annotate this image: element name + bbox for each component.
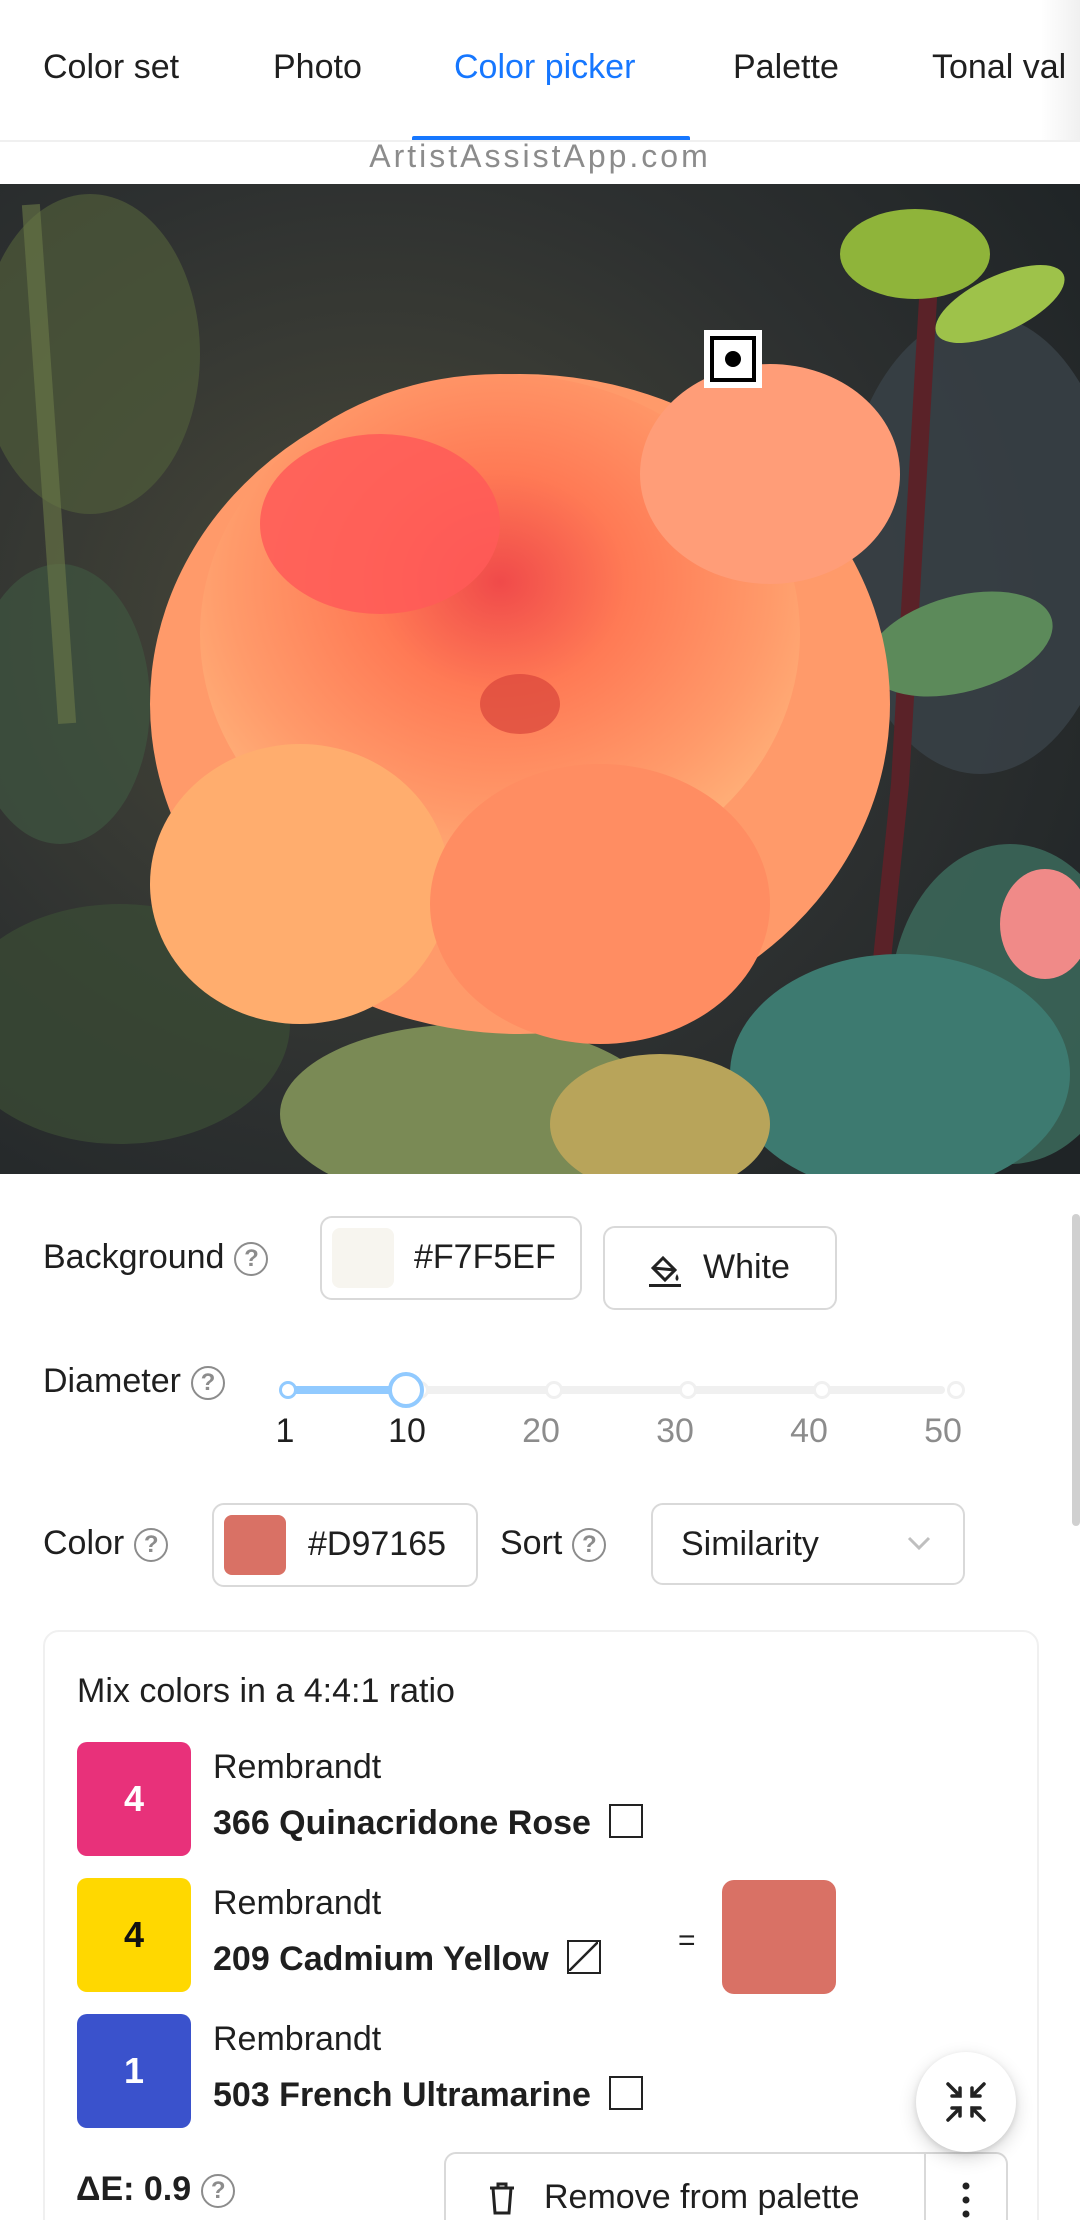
tab-scroll-shadow (1040, 0, 1080, 140)
background-hex: #F7F5EF (414, 1238, 556, 1276)
background-color-picker[interactable]: #F7F5EF (320, 1216, 582, 1300)
color-swatch (224, 1515, 286, 1575)
color-hex: #D97165 (308, 1525, 447, 1563)
remove-from-palette-button[interactable]: Remove from palette (444, 2152, 926, 2220)
help-icon[interactable]: ? (572, 1528, 607, 1563)
parts-badge: 4 (77, 1878, 191, 1992)
more-vertical-icon (962, 2182, 970, 2218)
slider-dot (279, 1381, 297, 1399)
white-button-label: White (703, 1248, 790, 1286)
sort-select[interactable]: Similarity (651, 1503, 965, 1585)
mix-title: Mix colors in a 4:4:1 ratio (77, 1672, 455, 1710)
mix-card: Mix colors in a 4:4:1 ratio 4 Rembrandt … (43, 1630, 1039, 2220)
slider-handle[interactable] (388, 1372, 424, 1408)
sort-value: Similarity (681, 1525, 819, 1563)
scrollbar[interactable] (1072, 1214, 1080, 1526)
trash-icon (490, 2182, 514, 2215)
background-swatch (332, 1228, 394, 1288)
help-icon[interactable]: ? (201, 2174, 236, 2209)
tab-bar: Color set Photo Color picker Palette Ton… (0, 0, 1080, 142)
exit-fullscreen-button[interactable] (916, 2052, 1016, 2152)
dahlia-photo (0, 184, 1080, 1174)
slider-mark[interactable]: 30 (635, 1412, 715, 1451)
color-picker[interactable]: #D97165 (212, 1503, 478, 1587)
delta-e: ΔE: 0.9? (76, 2170, 236, 2209)
checkbox-empty-icon[interactable] (608, 1804, 643, 1838)
slider-mark[interactable]: 40 (769, 1412, 849, 1451)
site-watermark: ArtistAssistApp.com (369, 138, 711, 174)
more-options-button[interactable] (924, 2152, 1008, 2220)
slider-mark[interactable]: 1 (245, 1412, 325, 1451)
photo-canvas[interactable] (0, 184, 1080, 1174)
slider-dot (679, 1381, 697, 1399)
paint-bucket-icon (649, 1255, 681, 1287)
tab-color-picker[interactable]: Color picker (454, 48, 635, 87)
chevron-down-icon (907, 1536, 931, 1551)
paint-name: 503 French Ultramarine (213, 2076, 643, 2115)
help-icon[interactable]: ? (190, 1366, 225, 1401)
slider-dot (813, 1381, 831, 1399)
color-label: Color? (43, 1524, 169, 1563)
slider-dot (947, 1381, 965, 1399)
equals-sign: = (678, 1924, 696, 1957)
help-icon[interactable]: ? (134, 1528, 169, 1563)
help-icon[interactable]: ? (234, 1242, 269, 1277)
slider-mark[interactable]: 10 (367, 1412, 447, 1451)
parts-badge: 1 (77, 2014, 191, 2128)
white-background-button[interactable]: White (603, 1226, 837, 1310)
mix-result-swatch (722, 1880, 836, 1994)
paint-name: 366 Quinacridone Rose (213, 1804, 643, 1843)
remove-label: Remove from palette (544, 2178, 860, 2216)
target-sampler-icon (704, 330, 762, 388)
paint-brand: Rembrandt (213, 1884, 382, 1922)
checkbox-empty-icon[interactable] (608, 2076, 643, 2110)
checkbox-diagonal-icon[interactable] (566, 1940, 601, 1974)
paint-brand: Rembrandt (213, 2020, 382, 2058)
diameter-label: Diameter? (43, 1362, 225, 1401)
background-label: Background? (43, 1238, 269, 1277)
diameter-slider[interactable] (279, 1372, 965, 1408)
collapse-arrows-icon (946, 2082, 986, 2122)
mix-item: 1 Rembrandt 503 French Ultramarine (77, 2014, 777, 2128)
paint-name: 209 Cadmium Yellow (213, 1940, 601, 1979)
tab-photo[interactable]: Photo (273, 48, 362, 87)
mix-item: 4 Rembrandt 209 Cadmium Yellow (77, 1878, 777, 1992)
sort-label: Sort? (500, 1524, 607, 1563)
paint-brand: Rembrandt (213, 1748, 382, 1786)
parts-badge: 4 (77, 1742, 191, 1856)
slider-mark[interactable]: 50 (903, 1412, 983, 1451)
tab-color-set[interactable]: Color set (43, 48, 179, 87)
mix-item: 4 Rembrandt 366 Quinacridone Rose (77, 1742, 777, 1856)
slider-mark[interactable]: 20 (501, 1412, 581, 1451)
tab-palette[interactable]: Palette (733, 48, 839, 87)
slider-dot (545, 1381, 563, 1399)
